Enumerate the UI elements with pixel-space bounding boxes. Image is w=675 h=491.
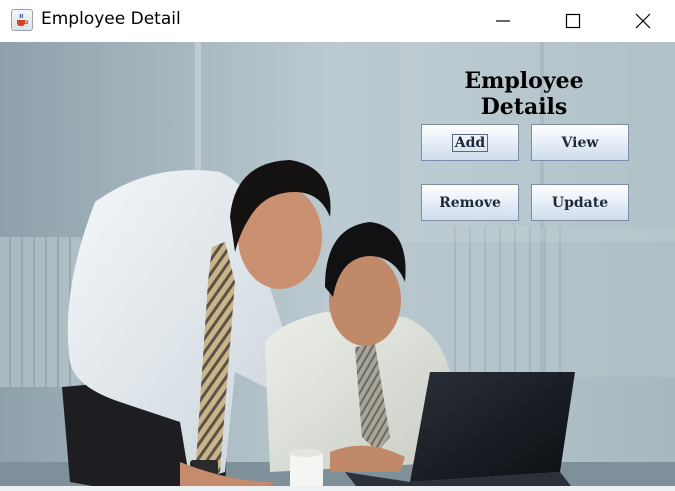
add-button[interactable]: Add — [421, 124, 519, 161]
remove-button-label: Remove — [439, 194, 501, 211]
java-cup-icon — [11, 9, 33, 31]
page-title: Employee Details — [464, 68, 584, 120]
application-window: Employee Detail Employee Details Add Vie… — [0, 0, 675, 491]
view-button-label: View — [561, 134, 599, 151]
title-bar[interactable]: Employee Detail — [0, 0, 675, 42]
update-button-label: Update — [551, 194, 609, 211]
window-title: Employee Detail — [41, 9, 181, 29]
maximize-button[interactable] — [538, 0, 608, 42]
minimize-button[interactable] — [468, 0, 538, 42]
close-button[interactable] — [608, 0, 675, 42]
minimize-icon — [496, 20, 510, 22]
update-button[interactable]: Update — [531, 184, 629, 221]
content-panel: Employee Details Add View Remove Update — [0, 42, 675, 491]
close-icon — [635, 13, 651, 29]
remove-button[interactable]: Remove — [421, 184, 519, 221]
view-button[interactable]: View — [531, 124, 629, 161]
add-button-label: Add — [451, 133, 489, 152]
window-bottom-border — [0, 486, 675, 491]
maximize-icon — [565, 13, 581, 29]
